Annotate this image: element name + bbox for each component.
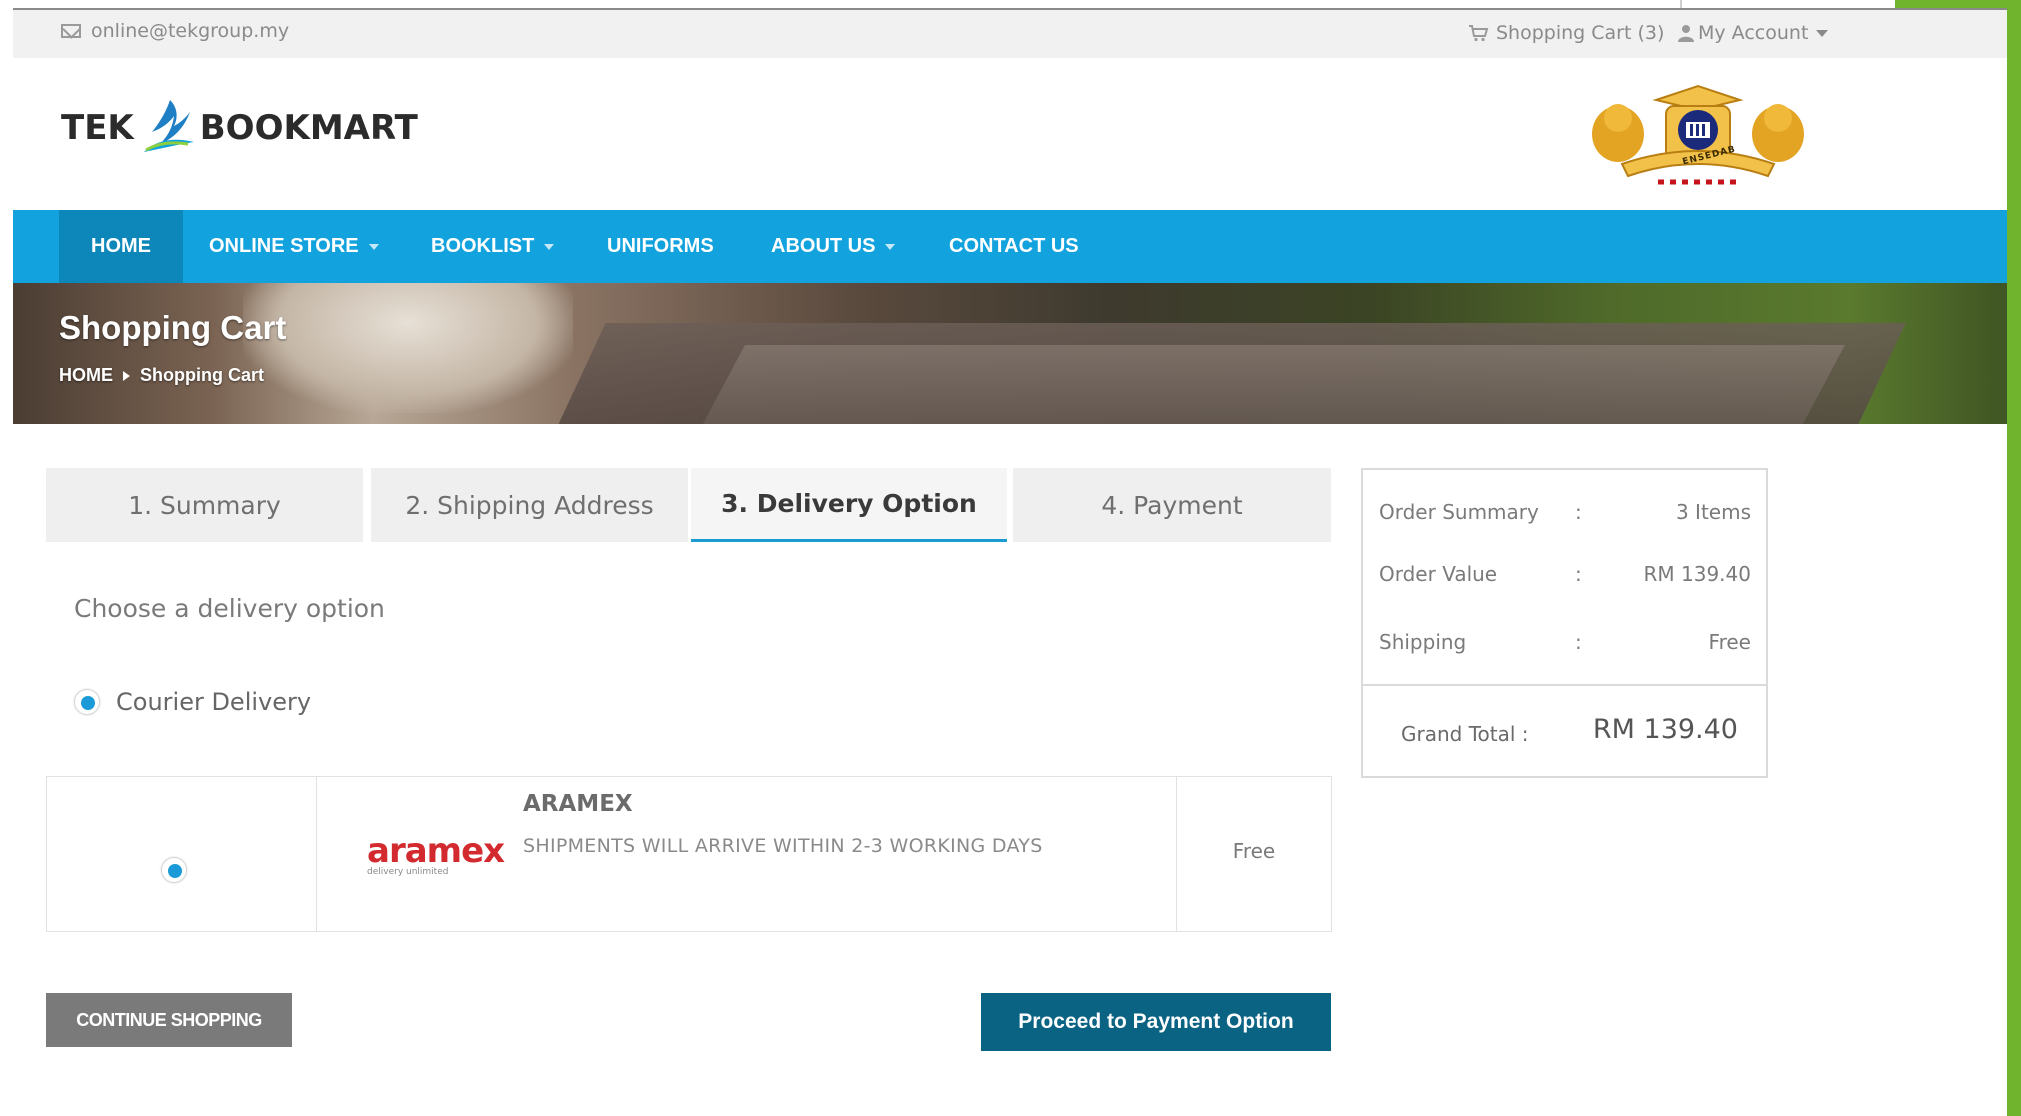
contact-email-text: online@tekgroup.my xyxy=(91,20,290,42)
logo-word-right: BOOKMART xyxy=(199,108,418,148)
nav-contact-us-label: CONTACT US xyxy=(949,235,1079,257)
aramex-logo-word: aramex xyxy=(367,831,505,871)
carrier-fee-cell: Free xyxy=(1177,777,1331,931)
carrier-fee: Free xyxy=(1232,839,1276,863)
chevron-down-icon xyxy=(368,243,379,250)
nav-online-store-label: ONLINE STORE xyxy=(209,235,359,257)
summary-row-value: 3 Items xyxy=(1675,500,1751,524)
breadcrumb-home[interactable]: HOME xyxy=(59,365,113,386)
shopping-cart-link[interactable]: Shopping Cart (3) xyxy=(1468,22,1664,44)
tab-payment-label: 4. Payment xyxy=(1101,490,1243,520)
nav-about-us[interactable]: ABOUT US xyxy=(771,210,896,283)
carrier-name: ARAMEX xyxy=(523,791,633,817)
page-title: Shopping Cart xyxy=(59,309,287,346)
grand-total-label: Grand Total : xyxy=(1401,722,1529,746)
courier-delivery-option[interactable]: Courier Delivery xyxy=(74,688,311,716)
carrier-description: SHIPMENTS WILL ARRIVE WITHIN 2-3 WORKING… xyxy=(523,835,1043,857)
order-summary-panel: Order Summary : 3 Items Order Value : RM… xyxy=(1361,468,1768,778)
cart-icon xyxy=(1469,25,1489,42)
page-banner: Shopping Cart HOME Shopping Cart xyxy=(13,283,2011,424)
tab-delivery-option-label: 3. Delivery Option xyxy=(721,489,977,518)
chevron-down-icon xyxy=(544,243,555,250)
tab-summary[interactable]: 1. Summary xyxy=(46,468,363,542)
mail-icon xyxy=(61,24,81,38)
breadcrumb-separator-icon xyxy=(123,370,130,381)
chevron-down-icon xyxy=(885,243,896,250)
shopping-cart-text: Shopping Cart (3) xyxy=(1496,22,1665,44)
tab-summary-label: 1. Summary xyxy=(128,490,281,520)
aramex-radio[interactable] xyxy=(161,857,187,883)
banner-photo-book-pages xyxy=(681,345,1845,424)
school-crest-logo: ENSEDAB xyxy=(1578,72,1818,192)
crest-emblem-icon xyxy=(1592,84,1804,185)
nav-home-label: HOME xyxy=(91,235,151,257)
aramex-logo: aramex delivery unlimited xyxy=(367,831,505,877)
continue-shopping-button[interactable]: CONTINUE SHOPPING xyxy=(46,993,292,1047)
summary-row-colon: : xyxy=(1575,630,1582,654)
nav-uniforms[interactable]: UNIFORMS xyxy=(607,210,714,283)
window-edge-green xyxy=(2007,0,2021,1116)
carrier-table: aramex delivery unlimited ARAMEX SHIPMEN… xyxy=(46,776,1332,932)
breadcrumb: HOME Shopping Cart xyxy=(59,365,264,386)
summary-row-colon: : xyxy=(1575,562,1582,586)
courier-delivery-label: Courier Delivery xyxy=(116,688,312,716)
nav-booklist[interactable]: BOOKLIST xyxy=(431,210,555,283)
nav-uniforms-label: UNIFORMS xyxy=(607,235,714,257)
delivery-heading: Choose a delivery option xyxy=(74,594,385,623)
page: online@tekgroup.my Shopping Cart (3) My … xyxy=(0,0,2021,1116)
bird-icon xyxy=(143,100,194,152)
summary-row-label: Order Summary xyxy=(1379,500,1539,524)
summary-row-value: Free xyxy=(1708,630,1751,654)
tek-bookmart-logo[interactable]: TEK BOOKMART xyxy=(61,98,418,158)
nav-home[interactable]: HOME xyxy=(59,210,183,283)
my-account-menu[interactable]: My Account xyxy=(1678,22,1829,44)
summary-row-colon: : xyxy=(1575,500,1582,524)
top-bar: online@tekgroup.my Shopping Cart (3) My … xyxy=(13,8,2011,58)
courier-delivery-radio[interactable] xyxy=(74,689,100,715)
summary-row-label: Order Value xyxy=(1379,562,1498,586)
nav-contact-us[interactable]: CONTACT US xyxy=(949,210,1079,283)
summary-divider xyxy=(1363,684,1766,686)
banner-photo-fabric xyxy=(243,283,573,413)
grand-total-value: RM 139.40 xyxy=(1592,714,1738,745)
nav-booklist-label: BOOKLIST xyxy=(431,235,535,257)
tab-delivery-option[interactable]: 3. Delivery Option xyxy=(691,468,1007,542)
tab-shipping-address[interactable]: 2. Shipping Address xyxy=(371,468,688,542)
user-icon xyxy=(1678,25,1694,42)
chevron-down-icon xyxy=(1816,29,1829,37)
contact-email[interactable]: online@tekgroup.my xyxy=(61,20,289,42)
grand-total-label-text: Grand Total xyxy=(1401,722,1516,746)
nav-online-store[interactable]: ONLINE STORE xyxy=(209,210,379,283)
carrier-select-cell xyxy=(47,777,317,931)
logo-word-left: TEK xyxy=(61,108,134,148)
summary-row-label: Shipping xyxy=(1379,630,1467,654)
tab-shipping-address-label: 2. Shipping Address xyxy=(405,490,654,520)
site-header: TEK BOOKMART ENSEDAB xyxy=(13,58,2011,210)
proceed-to-payment-button[interactable]: Proceed to Payment Option xyxy=(981,993,1331,1051)
nav-about-us-label: ABOUT US xyxy=(771,235,876,257)
breadcrumb-current: Shopping Cart xyxy=(140,365,264,385)
main-nav: HOME ONLINE STORE BOOKLIST UNIFORMS ABOU… xyxy=(13,210,2011,283)
tab-payment[interactable]: 4. Payment xyxy=(1013,468,1331,542)
my-account-text: My Account xyxy=(1698,22,1809,44)
window-edge-accent xyxy=(1895,0,2013,8)
summary-row-value: RM 139.40 xyxy=(1643,562,1752,586)
carrier-info-cell: aramex delivery unlimited ARAMEX SHIPMEN… xyxy=(317,777,1177,931)
